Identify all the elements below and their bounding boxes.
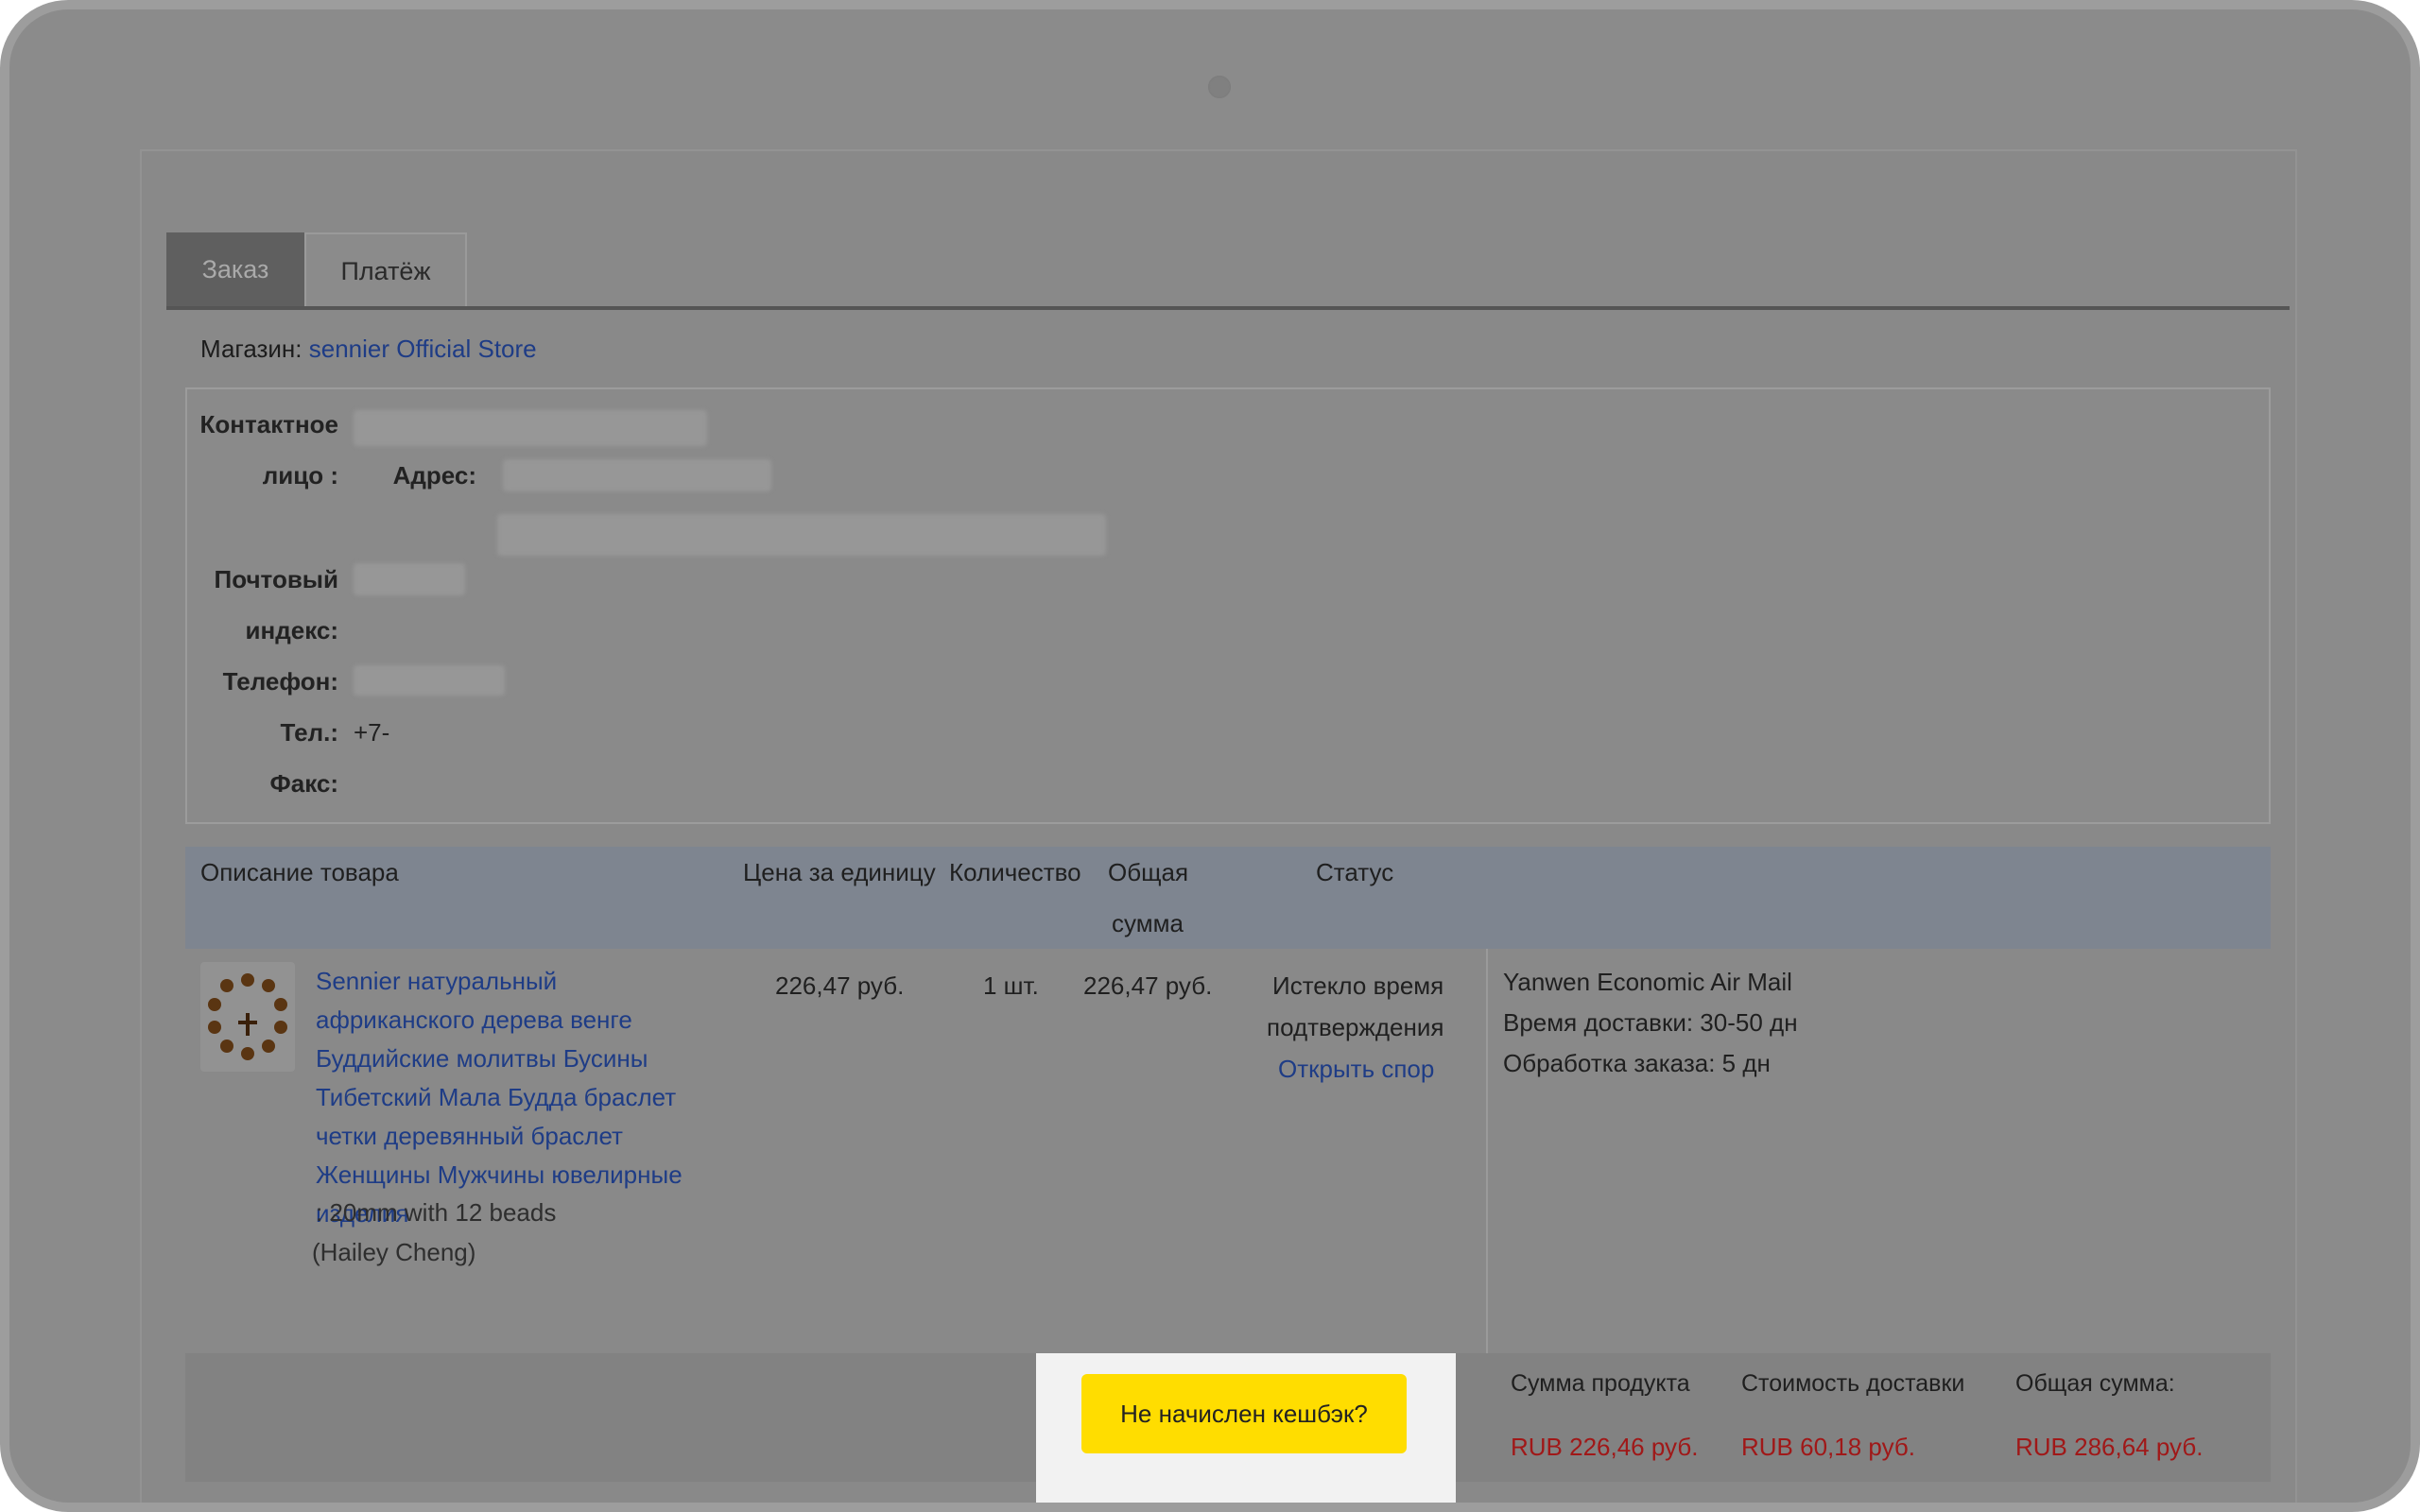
header-total-2: сумма: [1112, 909, 1184, 937]
bead-icon: [241, 973, 254, 987]
shipping-cost-label: Стоимость доставки: [1741, 1370, 1965, 1397]
bead-icon: [274, 1021, 287, 1034]
address-redacted-1: [503, 459, 771, 491]
tassel-icon: [246, 1013, 250, 1036]
total-value: 226,47 руб.: [1083, 971, 1213, 1000]
contact-person-label-2: лицо :: [262, 461, 338, 490]
camera-dot: [1208, 76, 1231, 98]
open-dispute-link[interactable]: Открыть спор: [1278, 1055, 1434, 1084]
contact-person-label-1: Контактное: [199, 410, 338, 438]
product-sum-label: Сумма продукта: [1511, 1370, 1690, 1397]
tel-value: +7-: [354, 718, 390, 747]
column-divider: [1486, 949, 1488, 1353]
delivery-time: Время доставки: 30-50 дн: [1503, 1008, 1798, 1037]
bead-icon: [241, 1047, 254, 1060]
product-title-link[interactable]: Sennier натуральный африканского дерева …: [316, 962, 722, 1233]
bead-icon: [220, 1040, 233, 1053]
tab-bar: Заказ Платёж: [166, 232, 2290, 310]
product-thumbnail[interactable]: [200, 962, 295, 1072]
header-quantity: Количество: [949, 858, 1081, 886]
bead-icon: [208, 1021, 221, 1034]
status-text-1: Истекло время: [1272, 971, 1444, 1000]
laptop-frame: Заказ Платёж Магазин: sennier Official S…: [0, 0, 2420, 1512]
bead-icon: [220, 979, 233, 992]
contact-info-box: Контактное лицо : Адрес: Почтовый индекс…: [185, 387, 2271, 824]
bead-icon: [274, 998, 287, 1011]
product-seller: (Hailey Cheng): [312, 1238, 476, 1266]
phone-label: Телефон:: [222, 667, 338, 696]
cashback-button[interactable]: Не начислен кешбэк?: [1081, 1374, 1407, 1453]
product-sum-value: RUB 226,46 руб.: [1511, 1433, 1699, 1461]
header-unit-price: Цена за единицу: [743, 858, 936, 886]
phone-redacted: [354, 665, 505, 696]
postal-label-1: Почтовый: [214, 565, 338, 593]
quantity-value: 1 шт.: [983, 971, 1039, 1000]
tab-order[interactable]: Заказ: [166, 232, 304, 306]
address-redacted-2: [497, 514, 1106, 556]
tel-label: Тел.:: [280, 718, 338, 747]
header-description: Описание товара: [200, 858, 399, 886]
shop-label: Магазин:: [200, 335, 302, 363]
product-variant: : 20mm with 12 beads: [316, 1198, 557, 1227]
status-text-2: подтверждения: [1267, 1013, 1444, 1041]
grand-total-value: RUB 286,64 руб.: [2015, 1433, 2204, 1461]
unit-price-value: 226,47 руб.: [775, 971, 905, 1000]
tassel-cross-icon: [238, 1021, 257, 1024]
header-status: Статус: [1316, 858, 1394, 886]
shipping-cost-value: RUB 60,18 руб.: [1741, 1433, 1915, 1461]
header-total-1: Общая: [1108, 858, 1189, 886]
shipping-method: Yanwen Economic Air Mail: [1503, 968, 1792, 996]
address-label: Адрес:: [392, 461, 476, 490]
order-details-page: Заказ Платёж Магазин: sennier Official S…: [140, 149, 2297, 1503]
contact-person-redacted: [354, 410, 707, 446]
processing-time: Обработка заказа: 5 дн: [1503, 1049, 1771, 1077]
bead-icon: [208, 998, 221, 1011]
grand-total-label: Общая сумма:: [2015, 1370, 2175, 1397]
fax-label: Факс:: [269, 769, 338, 798]
tab-payment[interactable]: Платёж: [304, 232, 467, 306]
shop-link[interactable]: sennier Official Store: [309, 335, 537, 363]
postal-label-2: индекс:: [245, 616, 338, 644]
bead-icon: [262, 1040, 275, 1053]
shop-line: Магазин: sennier Official Store: [200, 335, 537, 364]
postal-redacted: [354, 563, 465, 595]
bead-icon: [262, 979, 275, 992]
table-header: Описание товара Цена за единицу Количест…: [185, 847, 2271, 949]
